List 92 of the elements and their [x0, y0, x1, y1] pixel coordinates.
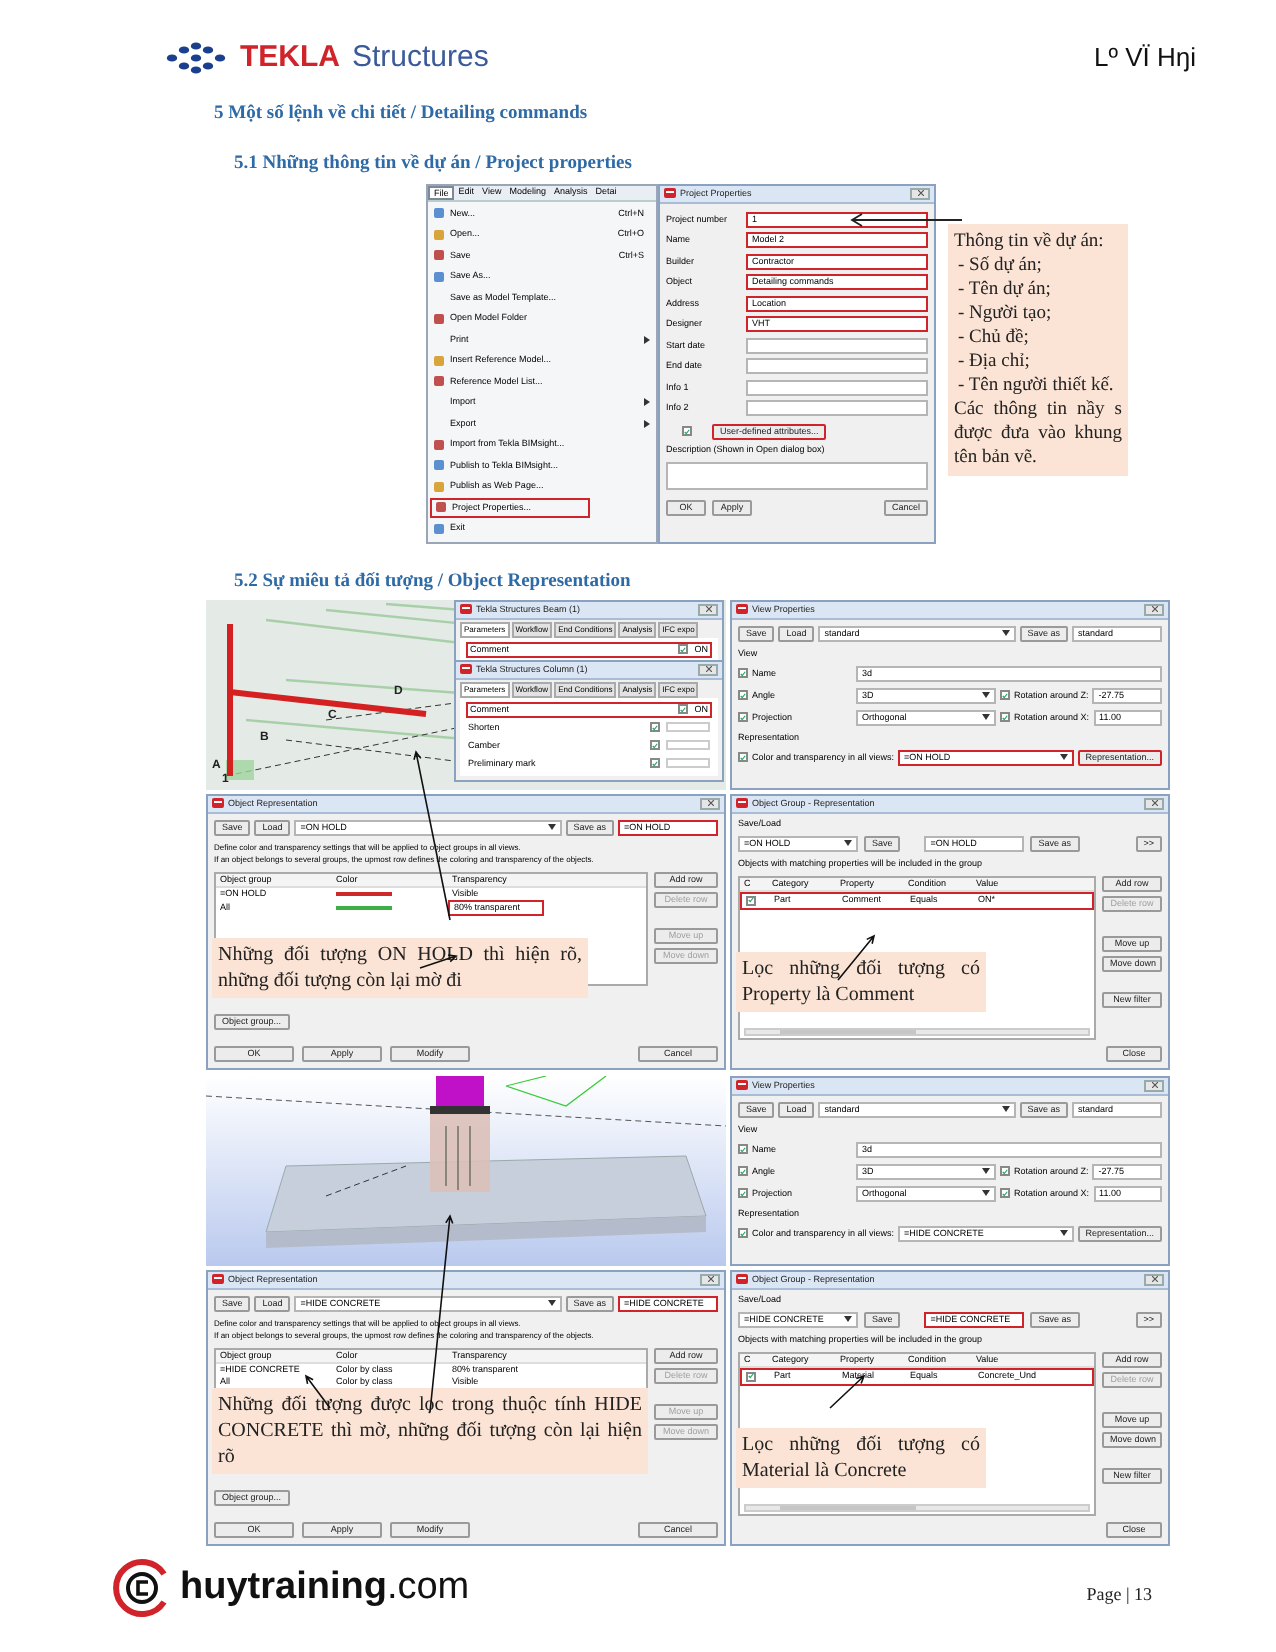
- app-icon: [460, 604, 472, 615]
- caret-icon: [982, 714, 990, 721]
- checkbox[interactable]: [678, 704, 689, 715]
- tekla-logo-icon: [164, 42, 228, 74]
- checkbox[interactable]: [678, 644, 689, 655]
- close-button[interactable]: [700, 797, 720, 810]
- input-field[interactable]: [746, 337, 928, 353]
- leader-arrow: [850, 211, 962, 227]
- close-button[interactable]: [1144, 1273, 1164, 1286]
- site-logo-domain: .com: [386, 1563, 470, 1612]
- app-icon: [212, 1274, 224, 1285]
- subsection-heading: 5.2 Sự miêu tả đối tượng / Object Representation: [234, 569, 633, 595]
- close-icon: [1151, 1082, 1157, 1089]
- author-name: Lº VÏ Hŋi: [1094, 40, 1196, 77]
- app-icon: [212, 798, 224, 809]
- checkbox[interactable]: [1000, 1188, 1010, 1199]
- app-icon: [736, 798, 748, 809]
- checkbox[interactable]: [1000, 712, 1010, 723]
- checkbox[interactable]: [738, 1144, 748, 1155]
- checkbox[interactable]: [1000, 690, 1010, 701]
- menu-item-icon: [434, 313, 444, 324]
- callout-note: Các thông tin nầy s được đưa vào khung tên bản vẽ.: [954, 397, 1122, 469]
- checkbox[interactable]: [738, 712, 748, 723]
- menu-item-icon: [434, 208, 444, 218]
- close-button[interactable]: [698, 603, 718, 616]
- close-button[interactable]: [1144, 1079, 1164, 1092]
- app-icon: [460, 664, 472, 675]
- logo-product-name: Structures: [352, 37, 489, 78]
- leader-arrow: [829, 1374, 866, 1409]
- caret-icon: [547, 824, 556, 831]
- close-icon: [707, 1276, 713, 1283]
- checkbox[interactable]: [738, 1166, 748, 1177]
- caret-icon: [547, 1300, 556, 1307]
- input-field[interactable]: [746, 358, 928, 374]
- close-icon: [705, 606, 711, 613]
- input-field[interactable]: [746, 400, 928, 416]
- description-field[interactable]: [666, 461, 928, 489]
- close-icon: [917, 190, 923, 196]
- callout-line: - Tên người thiết kế.: [956, 373, 1116, 397]
- close-icon: [1151, 800, 1157, 807]
- caret-icon: [1001, 630, 1010, 637]
- section-heading: 5 Một số lệnh về chi tiết / Detailing commands: [214, 102, 590, 128]
- callout-line: - Địa chỉ;: [956, 349, 1032, 373]
- app-icon: [736, 1274, 748, 1285]
- caret-icon: [982, 1168, 990, 1175]
- caret-icon: [982, 1190, 990, 1197]
- close-button[interactable]: [700, 1273, 720, 1286]
- checkbox[interactable]: [650, 740, 660, 751]
- app-icon: [736, 1080, 748, 1091]
- logo-wordmark: TEKLA: [240, 37, 340, 78]
- checkbox[interactable]: [746, 1371, 756, 1382]
- callout-line: - Tên dự án;: [956, 277, 1053, 301]
- checkbox[interactable]: [738, 668, 748, 679]
- app-icon: [736, 604, 748, 615]
- close-button[interactable]: [1144, 603, 1164, 616]
- caret-icon: [844, 1316, 852, 1323]
- callout-line: - Số dự án;: [956, 253, 1044, 277]
- close-button[interactable]: [1144, 797, 1164, 810]
- checkbox[interactable]: [746, 895, 756, 906]
- site-logo-name: huytraining: [180, 1563, 387, 1612]
- callout-note: Những đối tượng ON HOLD thì hiện rõ, những đối tượng còn lại mờ đi: [212, 937, 588, 998]
- callout-note: Lọc những đối tượng có Property là Comment: [736, 951, 986, 1012]
- checkbox[interactable]: [650, 758, 660, 769]
- submenu-arrow-icon: [644, 335, 650, 344]
- page-number: Page | 13: [1086, 1582, 1152, 1609]
- close-button[interactable]: [910, 187, 930, 199]
- subsection-heading: 5.1 Những thông tin về dự án / Project properties: [234, 152, 634, 179]
- checkbox[interactable]: [1000, 1166, 1010, 1177]
- close-button[interactable]: [698, 663, 718, 676]
- checkbox[interactable]: [682, 426, 692, 436]
- checkbox[interactable]: [738, 752, 748, 763]
- input-field[interactable]: [746, 379, 928, 395]
- callout-line: Thông tin về dự án:: [954, 229, 1106, 253]
- caret-icon: [844, 840, 852, 847]
- close-icon: [707, 800, 713, 807]
- caret-icon: [1059, 1230, 1068, 1237]
- callout-line: - Người tạo;: [956, 301, 1054, 325]
- submenu-arrow-icon: [644, 398, 650, 407]
- caret-icon: [1001, 1106, 1010, 1113]
- callout-note: Lọc những đối tượng có Material là Concrete: [736, 1427, 986, 1488]
- close-icon: [705, 666, 711, 673]
- caret-icon: [1059, 754, 1068, 761]
- checkbox[interactable]: [738, 1188, 748, 1199]
- checkbox[interactable]: [650, 722, 660, 733]
- close-icon: [1151, 1276, 1157, 1283]
- submenu-arrow-icon: [644, 419, 650, 428]
- checkbox[interactable]: [738, 690, 748, 701]
- callout-line: - Chủ đề;: [956, 325, 1031, 349]
- app-icon: [664, 188, 676, 198]
- caret-icon: [982, 692, 990, 699]
- checkbox[interactable]: [738, 1228, 748, 1239]
- close-icon: [1151, 606, 1157, 613]
